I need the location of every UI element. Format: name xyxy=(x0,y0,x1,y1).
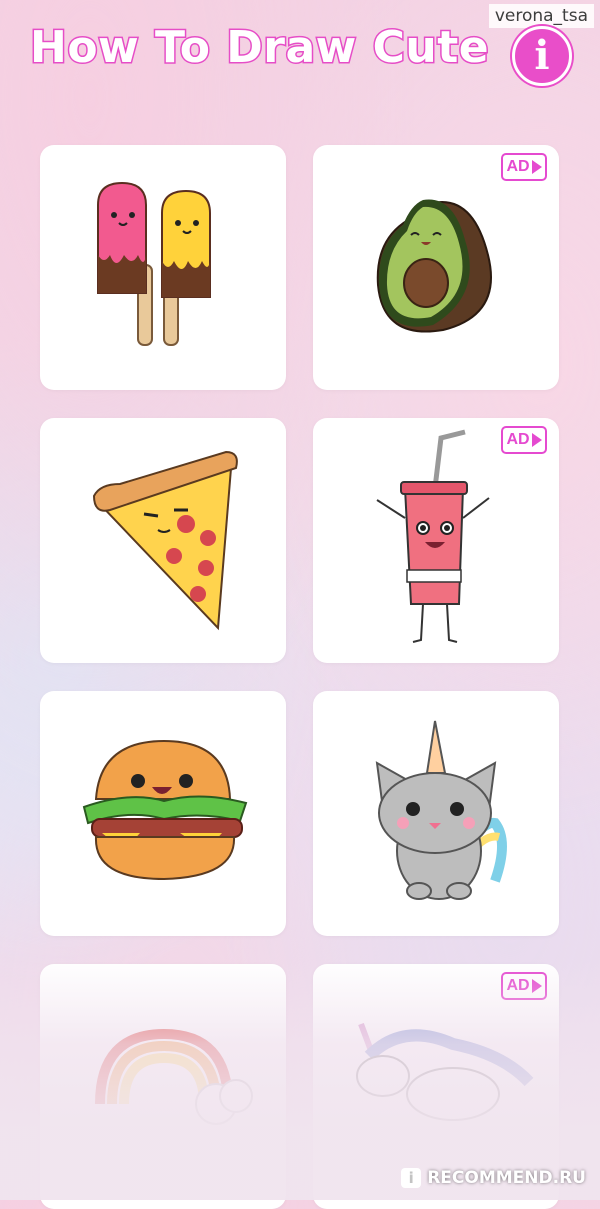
card-burger[interactable] xyxy=(40,691,286,936)
pizza-icon xyxy=(92,450,238,631)
recommend-text: RECOMMEND.RU xyxy=(427,1168,586,1188)
recommend-watermark: i RECOMMEND.RU xyxy=(401,1168,586,1188)
ice-cream-icon xyxy=(97,181,211,346)
ad-badge: AD xyxy=(501,426,547,454)
username-watermark: verona_tsa xyxy=(488,4,594,28)
card-pizza[interactable] xyxy=(40,418,286,663)
burger-icon xyxy=(82,739,248,881)
ad-badge: AD xyxy=(501,153,547,181)
avocado-icon xyxy=(376,199,492,333)
app-title: How To Draw Cute xyxy=(28,21,490,75)
card-soda[interactable]: AD xyxy=(313,418,559,663)
unicorn-cat-icon xyxy=(375,720,507,900)
recommend-logo-icon: i xyxy=(401,1168,422,1188)
ad-badge: AD xyxy=(501,972,547,1000)
card-ice-cream[interactable] xyxy=(40,145,286,390)
card-unicorn-cat[interactable] xyxy=(313,691,559,936)
card-rainbow[interactable] xyxy=(40,964,286,1209)
rainbow-icon xyxy=(95,1028,253,1125)
info-button[interactable]: i xyxy=(512,26,572,86)
soda-cup-icon xyxy=(376,429,490,643)
card-avocado[interactable]: AD xyxy=(313,145,559,390)
